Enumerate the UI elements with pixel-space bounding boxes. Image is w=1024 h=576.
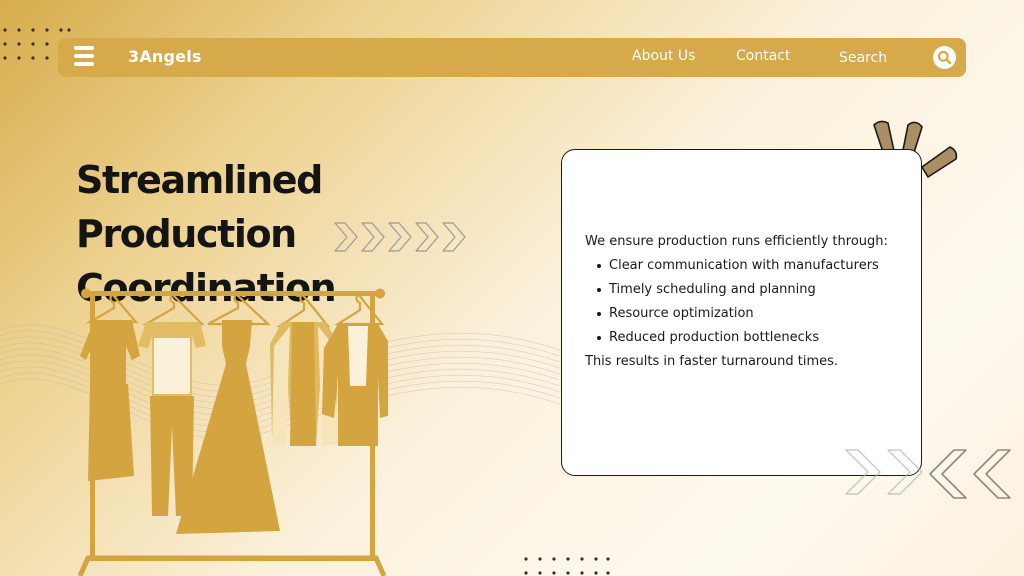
brand-logo[interactable]: 3Angels <box>128 47 202 66</box>
title-line-1: Streamlined Production <box>76 158 323 256</box>
card-intro-text: We ensure production runs efficiently th… <box>585 234 888 249</box>
list-item: Clear communication with manufacturers <box>585 254 915 278</box>
hamburger-menu-icon[interactable] <box>74 46 96 68</box>
list-item: Resource optimization <box>585 302 915 326</box>
info-card: We ensure production runs efficiently th… <box>561 149 922 476</box>
nav-link-search[interactable]: Search <box>839 50 887 66</box>
benefits-list: Clear communication with manufacturers T… <box>585 254 915 350</box>
card-outro-text: This results in faster turnaround times. <box>585 354 839 369</box>
search-icon[interactable] <box>933 46 956 69</box>
dot-pattern-bottom <box>524 557 610 575</box>
list-item: Reduced production bottlenecks <box>585 326 915 350</box>
navigation-bar: 3Angels About Us Contact Search <box>58 38 966 77</box>
nav-link-contact[interactable]: Contact <box>736 48 790 64</box>
chevron-arrows-icon <box>334 222 466 252</box>
clothing-rack-illustration <box>77 288 388 576</box>
card-content: We ensure production runs efficiently th… <box>585 230 915 374</box>
list-item: Timely scheduling and planning <box>585 278 915 302</box>
chevron-left-arrows-icon <box>845 449 1011 499</box>
nav-link-about-us[interactable]: About Us <box>632 48 695 64</box>
